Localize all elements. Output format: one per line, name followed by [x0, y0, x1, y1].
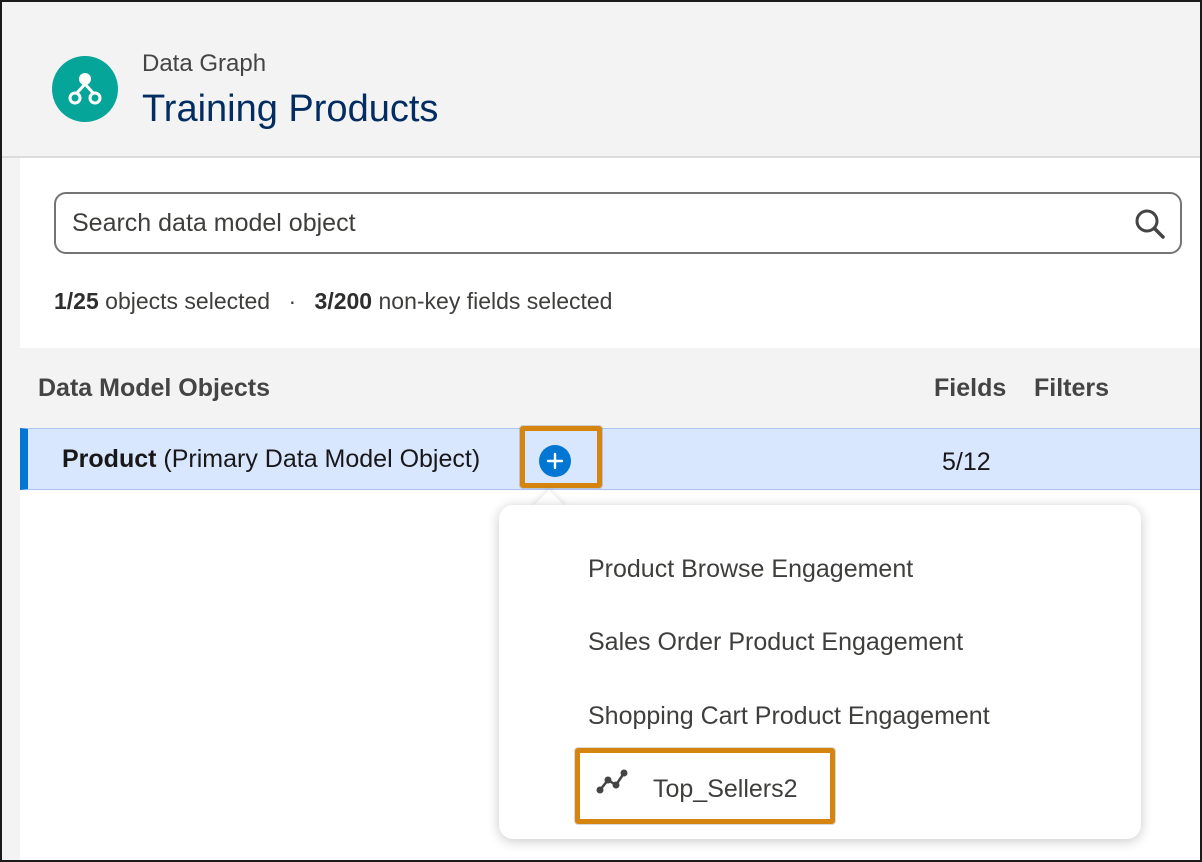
menu-item-shopping-cart-product-engagement[interactable]: Shopping Cart Product Engagement [588, 702, 990, 731]
page-title: Training Products [142, 88, 439, 130]
graph-path-icon [596, 769, 628, 794]
search-input[interactable] [72, 194, 1112, 252]
menu-item-top-sellers2[interactable]: Top_Sellers2 [653, 775, 798, 804]
summary-separator: · [288, 288, 297, 314]
row-object-title: Product [62, 445, 157, 473]
fields-count: 3/200 [314, 288, 373, 314]
header-eyebrow: Data Graph [142, 50, 267, 77]
menu-item-sales-order-product-engagement[interactable]: Sales Order Product Engagement [588, 628, 963, 657]
objects-count: 1/25 [54, 288, 99, 314]
search-icon[interactable] [1134, 208, 1166, 240]
menu-item-product-browse-engagement[interactable]: Product Browse Engagement [588, 555, 913, 584]
column-header-fields: Fields [934, 374, 1007, 402]
left-gutter [2, 158, 20, 860]
add-related-object-button[interactable] [539, 445, 571, 477]
row-object-qualifier: (Primary Data Model Object) [163, 445, 481, 473]
column-header-objects: Data Model Objects [38, 374, 270, 402]
data-graph-panel: Data Graph Training Products 1/25 object… [0, 0, 1202, 862]
fields-label: non-key fields selected [378, 288, 613, 314]
page-header: Data Graph Training Products [2, 2, 1200, 158]
search-box[interactable] [54, 192, 1182, 254]
data-graph-icon [52, 56, 118, 122]
selection-summary: 1/25 objects selected · 3/200 non-key fi… [54, 288, 612, 315]
row-object-name: Product (Primary Data Model Object) [62, 445, 480, 474]
objects-label: objects selected [105, 288, 271, 314]
plus-icon [546, 452, 564, 470]
row-fields-count: 5/12 [942, 448, 991, 476]
column-header-filters: Filters [1034, 374, 1110, 402]
